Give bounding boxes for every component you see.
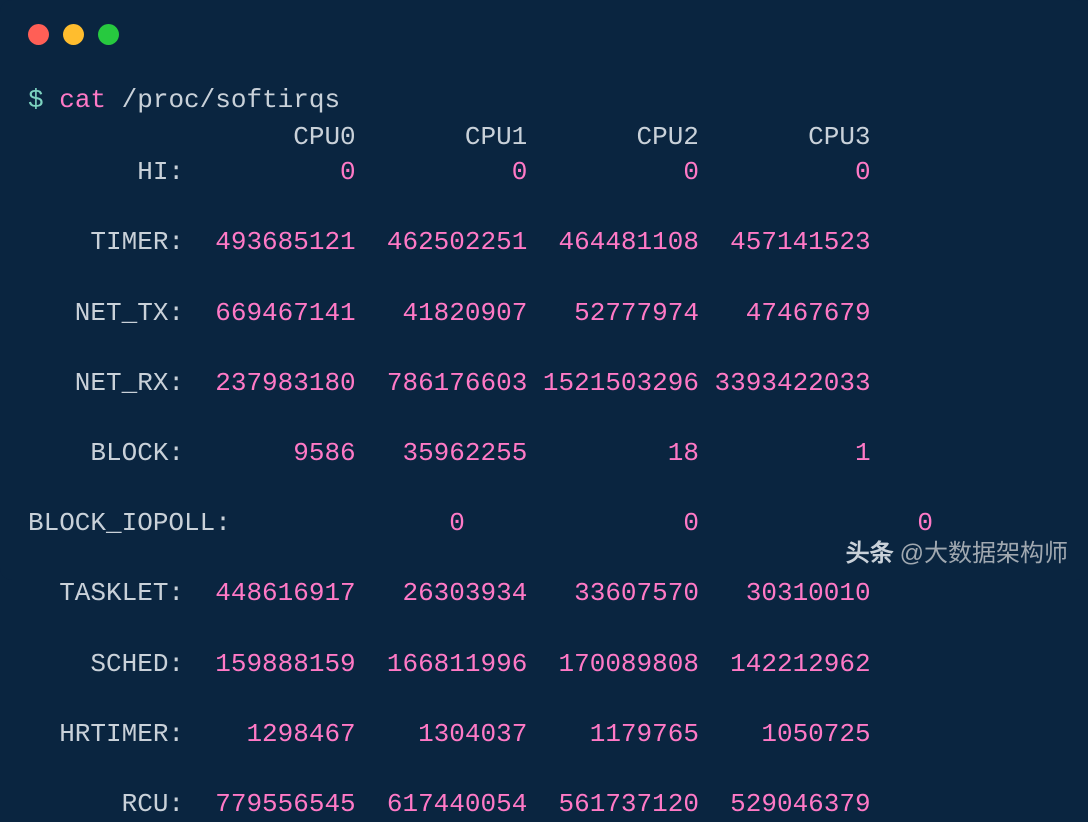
row-value: 0 xyxy=(184,157,356,187)
row-label: NET_RX: xyxy=(28,368,184,398)
row-value: 464481108 xyxy=(527,227,699,257)
row-value: 0 xyxy=(231,508,465,538)
table-row: BLOCK: 9586 35962255 18 1 xyxy=(28,436,1060,471)
table-row: TIMER: 493685121 462502251 464481108 457… xyxy=(28,225,1060,260)
row-label: HI: xyxy=(28,157,184,187)
row-value: 786176603 xyxy=(356,368,528,398)
row-value: 0 xyxy=(465,508,699,538)
terminal-content: $ cat /proc/softirqs CPU0 CPU1 CPU2 CPU3… xyxy=(0,63,1088,822)
table-row: SCHED: 159888159 166811996 170089808 142… xyxy=(28,647,1060,682)
watermark-brand: 头条 xyxy=(846,533,894,568)
row-label: NET_TX: xyxy=(28,298,184,328)
row-value: 1050725 xyxy=(699,719,871,749)
row-label: SCHED: xyxy=(28,649,184,679)
row-value: 3393422033 xyxy=(699,368,871,398)
row-value: 462502251 xyxy=(356,227,528,257)
row-value: 617440054 xyxy=(356,789,528,819)
row-label: BLOCK_IOPOLL: xyxy=(28,508,231,538)
close-icon[interactable] xyxy=(28,24,49,45)
row-value: 35962255 xyxy=(356,438,528,468)
command: cat xyxy=(59,85,121,115)
row-value: 159888159 xyxy=(184,649,356,679)
row-value: 669467141 xyxy=(184,298,356,328)
row-value: 448616917 xyxy=(184,578,356,608)
table-row: RCU: 779556545 617440054 561737120 52904… xyxy=(28,787,1060,822)
row-value: 170089808 xyxy=(527,649,699,679)
row-value: 1179765 xyxy=(527,719,699,749)
row-value: 33607570 xyxy=(527,578,699,608)
table-row: HRTIMER: 1298467 1304037 1179765 1050725 xyxy=(28,717,1060,752)
row-value: 166811996 xyxy=(356,649,528,679)
prompt-line: $ cat /proc/softirqs xyxy=(28,83,1060,118)
row-value: 493685121 xyxy=(184,227,356,257)
row-label: BLOCK: xyxy=(28,438,184,468)
row-value: 529046379 xyxy=(699,789,871,819)
row-value: 0 xyxy=(527,157,699,187)
table-row: NET_TX: 669467141 41820907 52777974 4746… xyxy=(28,296,1060,331)
row-value: 1304037 xyxy=(356,719,528,749)
terminal-window: $ cat /proc/softirqs CPU0 CPU1 CPU2 CPU3… xyxy=(0,0,1088,580)
header-row: CPU0 CPU1 CPU2 CPU3 xyxy=(28,122,871,152)
watermark-text: @大数据架构师 xyxy=(900,533,1068,568)
row-value: 1298467 xyxy=(184,719,356,749)
row-label: RCU: xyxy=(28,789,184,819)
row-value: 52777974 xyxy=(527,298,699,328)
table-row: HI: 0 0 0 0 xyxy=(28,155,1060,190)
row-label: HRTIMER: xyxy=(28,719,184,749)
table-row: TASKLET: 448616917 26303934 33607570 303… xyxy=(28,576,1060,611)
table-row: NET_RX: 237983180 786176603 1521503296 3… xyxy=(28,366,1060,401)
row-value: 142212962 xyxy=(699,649,871,679)
row-value: 779556545 xyxy=(184,789,356,819)
maximize-icon[interactable] xyxy=(98,24,119,45)
minimize-icon[interactable] xyxy=(63,24,84,45)
row-value: 47467679 xyxy=(699,298,871,328)
titlebar xyxy=(0,0,1088,63)
row-value: 0 xyxy=(699,157,871,187)
command-output: CPU0 CPU1 CPU2 CPU3 HI: 0 0 0 0 TIMER: 4… xyxy=(28,120,1060,822)
row-value: 41820907 xyxy=(356,298,528,328)
row-value: 457141523 xyxy=(699,227,871,257)
row-value: 1 xyxy=(699,438,871,468)
row-value: 237983180 xyxy=(184,368,356,398)
row-label: TIMER: xyxy=(28,227,184,257)
row-value: 26303934 xyxy=(356,578,528,608)
row-label: TASKLET: xyxy=(28,578,184,608)
row-value: 561737120 xyxy=(527,789,699,819)
watermark: 头条 @大数据架构师 xyxy=(846,533,1068,568)
row-value: 9586 xyxy=(184,438,356,468)
row-value: 1521503296 xyxy=(527,368,699,398)
row-value: 30310010 xyxy=(699,578,871,608)
command-argument: /proc/softirqs xyxy=(122,85,340,115)
prompt-symbol: $ xyxy=(28,85,59,115)
row-value: 18 xyxy=(527,438,699,468)
row-value: 0 xyxy=(356,157,528,187)
